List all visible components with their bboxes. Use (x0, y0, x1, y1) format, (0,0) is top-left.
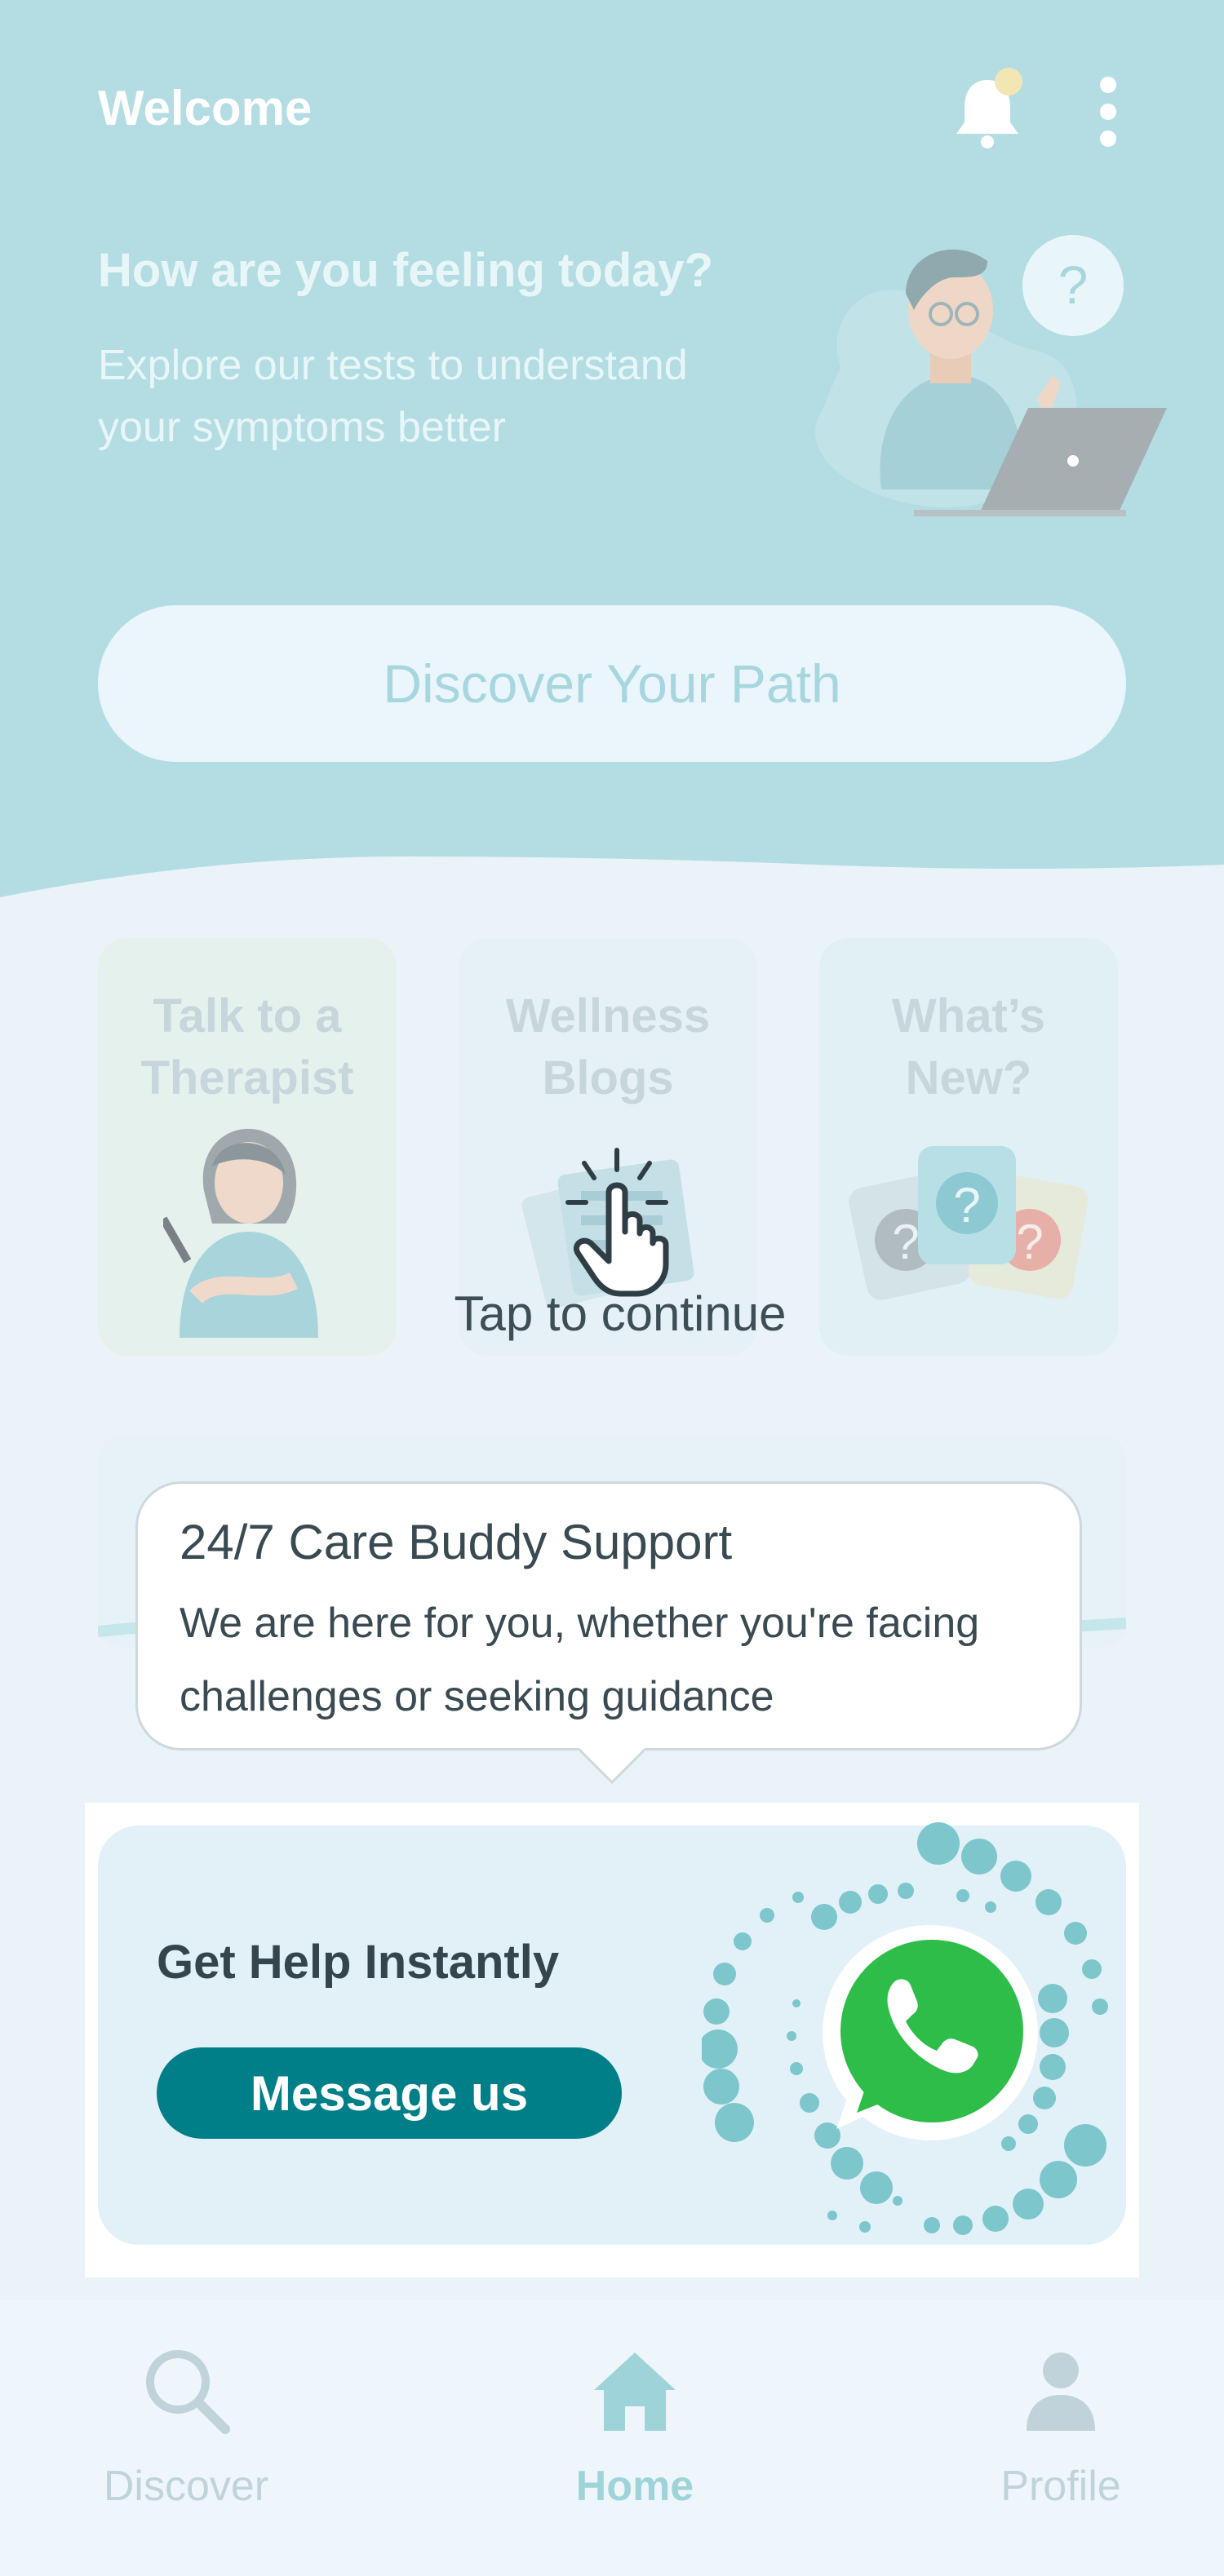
tooltip-title: 24/7 Care Buddy Support (180, 1515, 733, 1569)
card-title: Wellness Blogs (505, 989, 711, 1104)
tooltip-body: We are here for you, whether you're faci… (180, 1600, 980, 1720)
get-help-title: Get Help Instantly (157, 1936, 560, 1989)
card-title: Talk to a Therapist (140, 989, 354, 1104)
profile-icon (1027, 2352, 1095, 2431)
more-options-icon[interactable] (1093, 75, 1123, 148)
person-laptop-illustration: ? (815, 235, 1167, 516)
whatsapp-icon[interactable] (702, 1811, 1126, 2251)
therapist-illustration (163, 1128, 318, 1338)
welcome-title: Welcome (98, 81, 313, 135)
nav-label: Home (575, 2463, 694, 2510)
svg-text:?: ? (892, 1215, 919, 1269)
message-us-button[interactable]: Message us (157, 2047, 622, 2139)
card-title: What’s New? (892, 989, 1045, 1104)
tap-hand-icon (565, 1148, 669, 1297)
explore-subtitle: Explore our tests to understand your sym… (98, 342, 688, 451)
svg-text:?: ? (953, 1178, 980, 1233)
notification-bell-icon[interactable] (947, 65, 1028, 155)
home-icon (594, 2352, 676, 2431)
tooltip-pointer (579, 1748, 645, 1784)
card-whats-new[interactable]: What’s New? ? ? ? (819, 938, 1118, 1356)
nav-discover[interactable]: Discover (80, 2341, 292, 2537)
header-wave (0, 856, 1224, 938)
nav-home[interactable]: Home (529, 2341, 741, 2537)
nav-label: Discover (103, 2463, 269, 2510)
card-talk-to-therapist[interactable]: Talk to a Therapist (98, 938, 397, 1356)
svg-text:?: ? (1016, 1215, 1043, 1269)
nav-label: Profile (1000, 2463, 1121, 2510)
tap-to-continue-label: Tap to continue (454, 1286, 787, 1341)
svg-text:?: ? (1058, 255, 1089, 315)
nav-profile[interactable]: Profile (955, 2341, 1167, 2537)
discover-your-path-button[interactable]: Discover Your Path (98, 605, 1126, 762)
whats-new-illustration: ? ? ? (849, 1146, 1089, 1300)
feeling-question: How are you feeling today? (98, 244, 714, 297)
search-icon (146, 2350, 230, 2434)
